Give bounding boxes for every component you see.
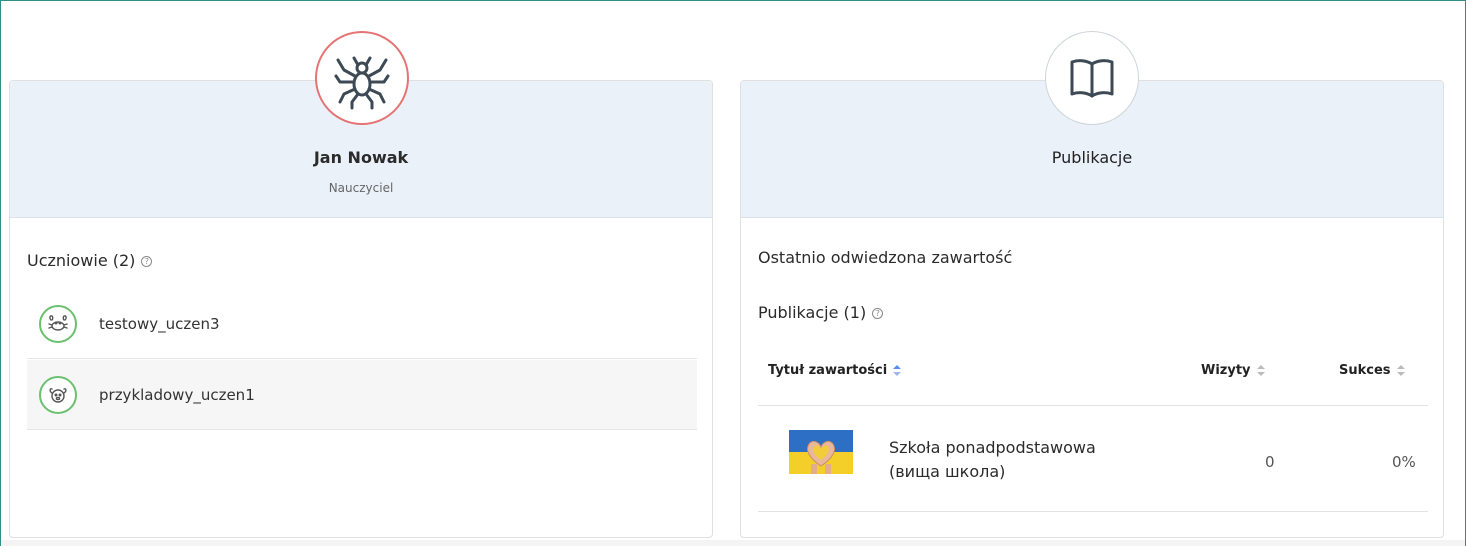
student-row[interactable]: testowy_uczen3	[27, 289, 697, 359]
column-header-success-label: Sukces	[1339, 363, 1391, 378]
crab-icon	[39, 304, 77, 343]
table-divider	[758, 511, 1428, 512]
spider-icon	[315, 31, 409, 125]
student-row[interactable]: przykladowy_uczen1	[27, 360, 697, 430]
ukraine-flag-heart-hands-thumbnail[interactable]	[789, 430, 853, 474]
sort-icon	[1256, 365, 1265, 376]
sort-icon	[893, 365, 902, 376]
dog-icon	[39, 375, 77, 414]
column-header-visits-label: Wizyty	[1201, 363, 1251, 378]
teacher-role: Nauczyciel	[328, 181, 394, 195]
students-title: Uczniowie (2)	[27, 251, 136, 270]
publication-title-line2: (вища школа)	[889, 462, 1006, 481]
help-icon[interactable]: ?	[872, 308, 884, 319]
publication-title-line1: Szkoła ponadpodstawowa	[889, 438, 1096, 457]
column-header-success[interactable]: Sukces	[1339, 363, 1405, 378]
publication-visits: 0	[1265, 453, 1275, 471]
table-divider	[758, 405, 1428, 406]
publications-list-heading: Publikacje (1)?	[758, 303, 884, 322]
teacher-profile-card: Jan Nowak Nauczyciel Uczniowie (2)? test…	[9, 31, 713, 538]
column-header-title-label: Tytuł zawartości	[768, 363, 888, 378]
publication-title-link[interactable]: Szkoła ponadpodstawowa (вища школа)	[889, 436, 1169, 484]
publication-success: 0%	[1392, 453, 1416, 471]
student-name: testowy_uczen3	[99, 314, 220, 333]
column-header-visits[interactable]: Wizyty	[1201, 363, 1265, 378]
student-name: przykladowy_uczen1	[99, 385, 255, 404]
teacher-name: Jan Nowak	[313, 148, 409, 167]
recent-content-heading: Ostatnio odwiedzona zawartość	[758, 248, 1013, 267]
publications-card: Publikacje Ostatnio odwiedzona zawartość…	[740, 31, 1444, 538]
sort-icon	[1396, 365, 1405, 376]
publications-card-title: Publikacje	[1051, 148, 1133, 167]
students-heading: Uczniowie (2)?	[27, 251, 153, 270]
publications-list-title: Publikacje (1)	[758, 303, 867, 322]
book-icon	[1045, 31, 1139, 125]
bottom-strip	[1, 540, 1465, 546]
column-header-title[interactable]: Tytuł zawartości	[768, 363, 902, 378]
help-icon[interactable]: ?	[141, 256, 153, 267]
